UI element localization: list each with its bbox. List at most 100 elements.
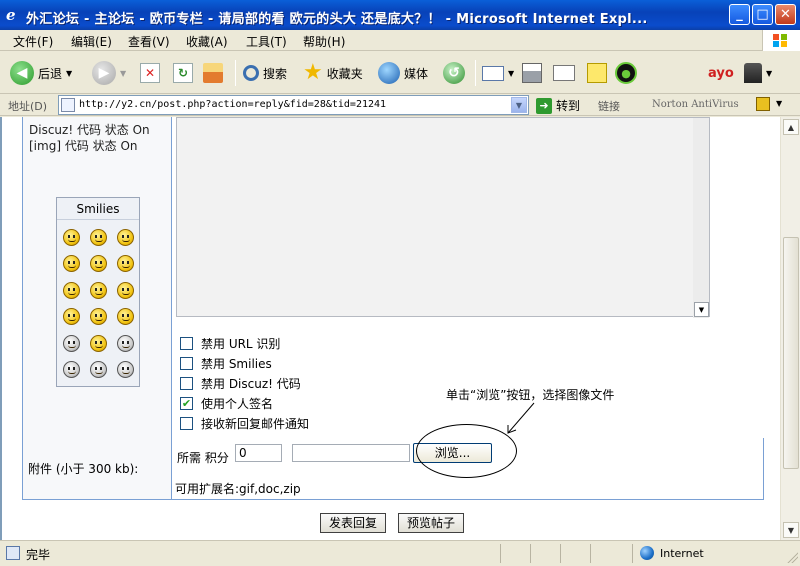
smiley-icon[interactable]	[117, 229, 134, 246]
maximize-button[interactable]: □	[752, 4, 773, 25]
status-panel-divider	[530, 544, 531, 563]
smiley-icon[interactable]	[117, 255, 134, 272]
norton-icon[interactable]	[756, 97, 770, 111]
toolbar-tool-button[interactable]: ▼	[744, 60, 772, 86]
status-bar: 完毕 Internet	[0, 540, 800, 566]
menu-file[interactable]: 文件(F)	[13, 33, 53, 50]
checkbox-use-signature[interactable]: ✔	[180, 397, 193, 410]
edit-button[interactable]	[553, 60, 575, 86]
checkbox-email-notify[interactable]	[180, 417, 193, 430]
smiley-icon[interactable]	[90, 308, 107, 325]
discuss-button[interactable]	[587, 60, 607, 86]
smiley-icon[interactable]	[63, 335, 80, 352]
menu-edit[interactable]: 编辑(E)	[71, 33, 112, 50]
file-path-input[interactable]	[292, 444, 410, 462]
mail-dropdown-icon[interactable]: ▼	[508, 69, 514, 78]
checkbox-disable-url[interactable]	[180, 337, 193, 350]
option-email-notify[interactable]: 接收新回复邮件通知	[180, 415, 309, 432]
back-arrow-icon: ◀	[10, 61, 34, 85]
page-scrollbar[interactable]: ▲ ▼	[780, 117, 800, 540]
resize-grip-icon[interactable]	[786, 551, 798, 563]
menu-tools[interactable]: 工具(T)	[246, 33, 287, 50]
smiley-icon[interactable]	[90, 335, 107, 352]
toolbar-extra-button[interactable]: ayo	[708, 60, 734, 86]
menu-help[interactable]: 帮助(H)	[303, 33, 345, 50]
address-input[interactable]: http://y2.cn/post.php?action=reply&fid=2…	[58, 95, 529, 115]
windows-logo-icon	[762, 30, 800, 51]
back-dropdown-icon[interactable]: ▼	[66, 69, 72, 78]
checkbox-disable-discuz-code[interactable]	[180, 377, 193, 390]
smilies-panel: Smilies	[56, 197, 140, 387]
mail-button[interactable]: ▼	[482, 60, 514, 86]
ie-logo-icon: e	[6, 6, 16, 24]
toolbar-separator	[235, 60, 236, 86]
checkbox-disable-smilies[interactable]	[180, 357, 193, 370]
submit-reply-button[interactable]: 发表回复	[320, 513, 387, 533]
favorites-button[interactable]: ★ 收藏夹	[303, 60, 363, 86]
smiley-icon[interactable]	[63, 361, 80, 378]
back-button[interactable]: ◀ 后退 ▼	[10, 60, 72, 86]
option-use-signature[interactable]: ✔ 使用个人签名	[180, 395, 273, 412]
messenger-button[interactable]: ●	[615, 60, 637, 86]
close-button[interactable]: ✕	[775, 4, 796, 25]
scroll-up-icon[interactable]: ▲	[783, 119, 799, 135]
smiley-icon[interactable]	[117, 282, 134, 299]
scrollbar-thumb[interactable]	[783, 237, 799, 469]
norton-toolbar-label[interactable]: Norton AntiVirus	[652, 99, 739, 110]
smiley-icon[interactable]	[90, 282, 107, 299]
window-title: 外汇论坛 - 主论坛 - 欧币专栏 - 请局部的看 欧元的头大 还是底大？！ -…	[26, 12, 648, 27]
preview-post-button[interactable]: 预览帖子	[398, 513, 465, 533]
discuz-code-status: Discuz! 代码 状态 On	[29, 123, 150, 137]
smiley-icon[interactable]	[117, 335, 134, 352]
menu-view[interactable]: 查看(V)	[128, 33, 170, 50]
option-label: 禁用 Discuz! 代码	[201, 377, 301, 391]
tool-icon	[744, 63, 762, 83]
smiley-icon[interactable]	[90, 255, 107, 272]
option-disable-url[interactable]: 禁用 URL 识别	[180, 335, 280, 352]
smiley-icon[interactable]	[117, 308, 134, 325]
print-button[interactable]	[522, 60, 542, 86]
favorites-label: 收藏夹	[326, 66, 363, 81]
attachment-label-cell: 附件 (小于 300 kb):	[22, 438, 172, 500]
textarea-scrollbar[interactable]: ▼	[693, 118, 709, 318]
address-dropdown-icon[interactable]: ▼	[511, 97, 527, 113]
stop-button[interactable]: ✕	[140, 60, 160, 86]
address-label: 地址(D)	[8, 100, 48, 113]
norton-dropdown-icon[interactable]: ▼	[776, 99, 782, 108]
home-button[interactable]	[203, 60, 223, 86]
page-content: Discuz! 代码 状态 On [img] 代码 状态 On Smilies	[0, 117, 780, 540]
forward-dropdown-icon[interactable]: ▼	[120, 69, 126, 78]
history-button[interactable]: ↺	[443, 60, 465, 86]
search-button[interactable]: 搜索	[243, 60, 287, 86]
address-url[interactable]: http://y2.cn/post.php?action=reply&fid=2…	[79, 99, 386, 110]
smiley-icon[interactable]	[63, 282, 80, 299]
smiley-icon[interactable]	[63, 255, 80, 272]
scroll-down-icon[interactable]: ▼	[783, 522, 799, 538]
go-button[interactable]: ➜ 转到	[536, 97, 580, 114]
smilies-title: Smilies	[57, 202, 139, 220]
smiley-icon[interactable]	[63, 229, 80, 246]
forward-button[interactable]: ▶ ▼	[92, 60, 126, 86]
smiley-icon[interactable]	[90, 361, 107, 378]
textarea-scroll-down-icon[interactable]: ▼	[694, 302, 709, 317]
option-disable-smilies[interactable]: 禁用 Smilies	[180, 355, 272, 372]
media-button[interactable]: 媒体	[378, 60, 428, 86]
minimize-button[interactable]: _	[729, 4, 750, 25]
refresh-button[interactable]: ↻	[173, 60, 193, 86]
menu-favorites[interactable]: 收藏(A)	[186, 33, 228, 50]
option-disable-discuz-code[interactable]: 禁用 Discuz! 代码	[180, 375, 301, 392]
smiley-icon[interactable]	[63, 308, 80, 325]
tool-dropdown-icon[interactable]: ▼	[766, 69, 772, 78]
required-score-input[interactable]: 0	[235, 444, 282, 462]
smiley-icon[interactable]	[117, 361, 134, 378]
message-textarea[interactable]: ▼	[176, 117, 710, 318]
toolbar: ◀ 后退 ▼ ▶ ▼ ✕ ↻ 搜索 ★ 收藏夹 媒体 ↺ ▼ ● ayo ▼	[0, 52, 800, 94]
status-panel-divider	[560, 544, 561, 563]
code-status-text: Discuz! 代码 状态 On [img] 代码 状态 On	[29, 122, 150, 154]
smiley-icon[interactable]	[90, 229, 107, 246]
page-icon	[61, 98, 75, 112]
print-icon	[522, 63, 542, 83]
go-label: 转到	[556, 99, 581, 113]
links-button[interactable]: 链接	[598, 98, 620, 114]
search-icon	[243, 65, 259, 81]
